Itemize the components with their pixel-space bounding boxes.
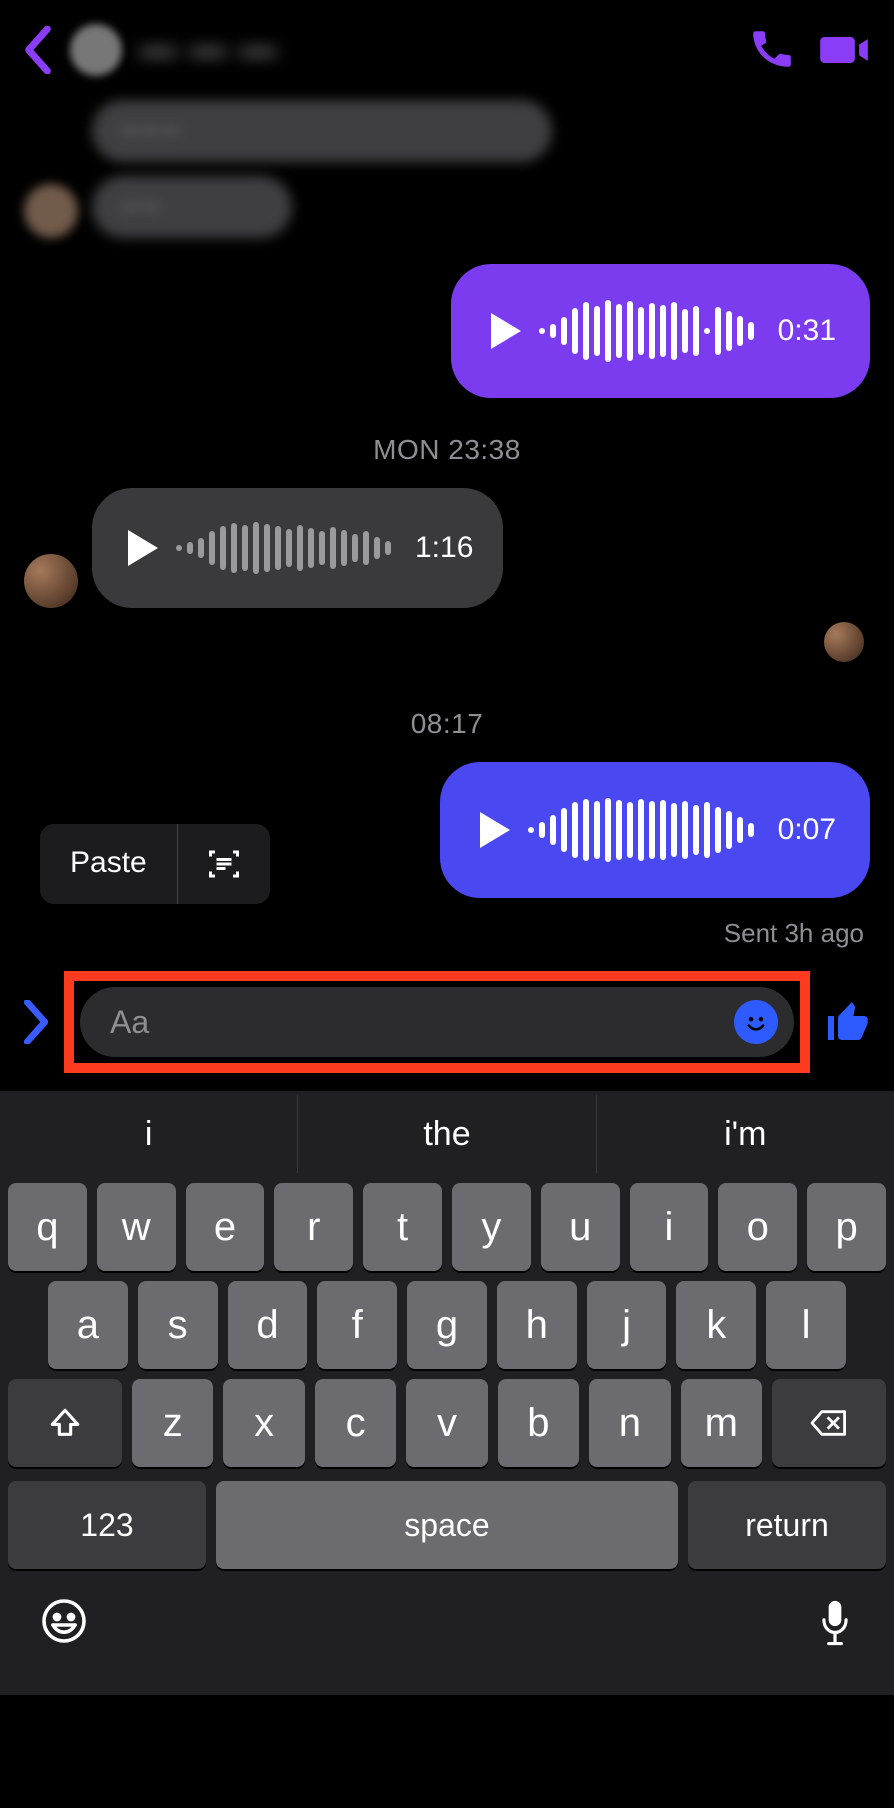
key-x[interactable]: x <box>223 1379 304 1467</box>
keyboard-row: 123 space return <box>0 1467 894 1587</box>
contact-name[interactable]: — — — <box>140 29 730 71</box>
paste-popup: Paste <box>40 824 270 904</box>
message-row: — — — <box>24 100 870 162</box>
back-button[interactable] <box>24 26 52 74</box>
keyboard: i the i'm q w e r t y u i o p a s d f g … <box>0 1091 894 1695</box>
scan-text-button[interactable] <box>178 824 270 904</box>
waveform[interactable] <box>528 798 754 862</box>
key-c[interactable]: c <box>315 1379 396 1467</box>
key-n[interactable]: n <box>589 1379 670 1467</box>
keyboard-row: z x c v b n m <box>0 1369 894 1467</box>
sender-avatar[interactable] <box>24 184 78 238</box>
chat-thread: — — — — — 0:31 MON 23:38 <box>0 100 894 898</box>
suggestion[interactable]: i'm <box>596 1095 894 1173</box>
message-row: — — <box>24 176 870 238</box>
key-k[interactable]: k <box>676 1281 756 1369</box>
timestamp: MON 23:38 <box>24 434 870 466</box>
keyboard-bottom-bar <box>0 1587 894 1695</box>
key-u[interactable]: u <box>541 1183 620 1271</box>
key-w[interactable]: w <box>97 1183 176 1271</box>
key-s[interactable]: s <box>138 1281 218 1369</box>
timestamp: 08:17 <box>24 708 870 740</box>
voice-message[interactable]: 1:16 <box>92 488 503 608</box>
key-a[interactable]: a <box>48 1281 128 1369</box>
key-o[interactable]: o <box>718 1183 797 1271</box>
voice-message[interactable]: 0:07 <box>440 762 870 898</box>
composer-bar <box>0 959 894 1091</box>
text-message[interactable]: — — — <box>92 100 552 162</box>
video-call-button[interactable] <box>818 24 870 76</box>
key-i[interactable]: i <box>630 1183 709 1271</box>
dictation-button[interactable] <box>816 1597 854 1645</box>
paste-button[interactable]: Paste <box>40 824 177 904</box>
waveform[interactable] <box>176 522 391 574</box>
audio-call-button[interactable] <box>748 24 800 76</box>
numbers-key[interactable]: 123 <box>8 1481 206 1569</box>
space-key[interactable]: space <box>216 1481 678 1569</box>
key-q[interactable]: q <box>8 1183 87 1271</box>
key-h[interactable]: h <box>497 1281 577 1369</box>
emoji-keyboard-button[interactable] <box>40 1597 88 1645</box>
message-status: Sent 3h ago <box>0 912 894 959</box>
key-z[interactable]: z <box>132 1379 213 1467</box>
key-b[interactable]: b <box>498 1379 579 1467</box>
expand-composer-button[interactable] <box>22 1000 50 1044</box>
key-p[interactable]: p <box>807 1183 886 1271</box>
key-e[interactable]: e <box>186 1183 265 1271</box>
reaction-avatar[interactable] <box>824 622 864 662</box>
chat-header: — — — <box>0 0 894 100</box>
play-icon[interactable] <box>491 313 521 349</box>
shift-key[interactable] <box>8 1379 122 1467</box>
key-g[interactable]: g <box>407 1281 487 1369</box>
return-key[interactable]: return <box>688 1481 886 1569</box>
annotation-highlight <box>64 971 810 1073</box>
suggestion[interactable]: the <box>297 1095 595 1173</box>
text-message[interactable]: — — <box>92 176 292 238</box>
contact-avatar[interactable] <box>70 24 122 76</box>
key-t[interactable]: t <box>363 1183 442 1271</box>
thumbs-up-button[interactable] <box>824 998 872 1046</box>
message-row: 1:16 <box>24 488 870 608</box>
key-f[interactable]: f <box>317 1281 397 1369</box>
key-d[interactable]: d <box>228 1281 308 1369</box>
key-v[interactable]: v <box>406 1379 487 1467</box>
suggestion-bar: i the i'm <box>0 1095 894 1173</box>
key-j[interactable]: j <box>587 1281 667 1369</box>
voice-duration: 0:31 <box>778 314 836 348</box>
waveform[interactable] <box>539 300 754 362</box>
message-row: 0:31 <box>24 264 870 398</box>
keyboard-row: a s d f g h j k l <box>0 1271 894 1369</box>
keyboard-row: q w e r t y u i o p <box>0 1173 894 1271</box>
suggestion[interactable]: i <box>0 1095 297 1173</box>
key-r[interactable]: r <box>274 1183 353 1271</box>
voice-duration: 1:16 <box>415 531 473 565</box>
message-input[interactable] <box>110 1004 734 1041</box>
key-m[interactable]: m <box>681 1379 762 1467</box>
voice-duration: 0:07 <box>778 813 836 847</box>
emoji-picker-button[interactable] <box>734 1000 778 1044</box>
key-y[interactable]: y <box>452 1183 531 1271</box>
sender-avatar[interactable] <box>24 554 78 608</box>
play-icon[interactable] <box>128 530 158 566</box>
play-icon[interactable] <box>480 812 510 848</box>
key-l[interactable]: l <box>766 1281 846 1369</box>
voice-message[interactable]: 0:31 <box>451 264 870 398</box>
backspace-key[interactable] <box>772 1379 886 1467</box>
message-composer <box>80 987 794 1057</box>
